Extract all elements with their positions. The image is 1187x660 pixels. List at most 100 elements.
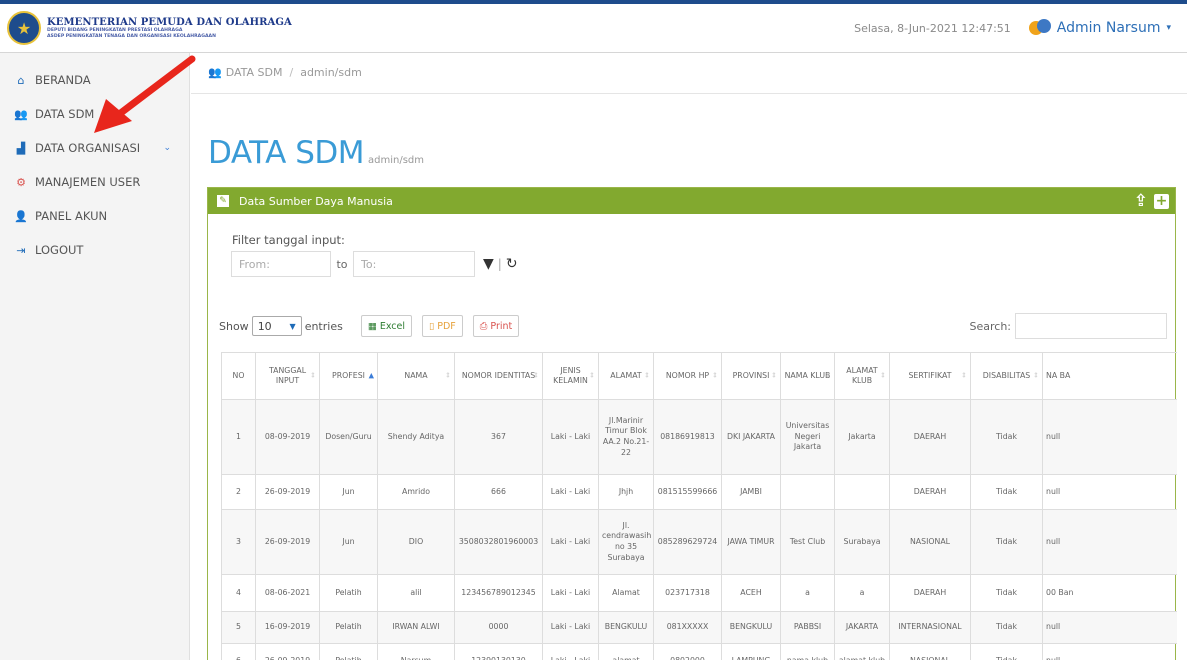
table-row[interactable]: 5 16-09-2019 Pelatih IRWAN ALWI 0000 Laki - L… [221, 611, 1177, 644]
excel-label: Excel [379, 320, 405, 332]
table-cell: Jun [319, 474, 378, 510]
col-disabilitas[interactable]: DISABILITAS ⇕ [970, 352, 1043, 400]
sidebar-item-label: LOGOUT [35, 243, 84, 257]
edit-icon: ✎ [217, 195, 229, 207]
col-nama-klub[interactable]: NAMA KLUB ⇕ [780, 352, 835, 400]
table-cell: alamat [598, 643, 654, 660]
table-cell: 081XXXXX [653, 611, 722, 644]
date-from-input[interactable] [231, 251, 331, 277]
sort-icon: ⇕ [310, 371, 316, 380]
table-row[interactable]: 626-09-2019PelatihNarsum12390130130Laki … [221, 643, 1177, 660]
excel-button[interactable]: ▦ Excel [360, 315, 412, 337]
table-row[interactable]: 1 08-09-2019 Dosen/Guru Shendy Aditya 367 Lak… [221, 399, 1177, 475]
breadcrumb-item-data-sdm[interactable]: DATA SDM [226, 66, 283, 79]
col-nama[interactable]: NAMA ⇕ [377, 352, 455, 400]
col-nomor-hp[interactable]: NOMOR HP ⇕ [653, 352, 722, 400]
table-cell: Laki - Laki [542, 474, 599, 510]
user-menu[interactable]: Admin Narsum [1057, 20, 1161, 36]
users-icon: 👥 [208, 66, 222, 79]
entries-label: entries [304, 319, 343, 333]
sort-icon: ⇕ [825, 371, 831, 380]
col-provinsi[interactable]: PROVINSI ⇕ [721, 352, 781, 400]
table-row[interactable]: 4 08-06-2021 Pelatih alil 123456789012345 Lak… [221, 574, 1177, 612]
divider: | [497, 257, 502, 271]
col-alamat[interactable]: ALAMAT ⇕ [598, 352, 654, 400]
table-cell: Jl.Marinir Timur Blok AA.2 No.21-22 [598, 399, 654, 475]
sidebar-item-manajemen-user[interactable]: ⚙ MANAJEMEN USER [0, 165, 189, 199]
add-icon[interactable]: + [1154, 193, 1169, 209]
sidebar-item-label: DATA SDM [35, 107, 95, 121]
table-cell: Narsum [377, 643, 455, 660]
table-cell: Test Club [780, 509, 835, 575]
table-body: 1 08-09-2019 Dosen/Guru Shendy Aditya 367 Lak… [221, 399, 1177, 660]
table-cell: 0802000 [653, 643, 722, 660]
top-header: ★ KEMENTERIAN PEMUDA DAN OLAHRAGA DEPUTI… [0, 0, 1187, 53]
sidebar-item-data-organisasi[interactable]: ▟ DATA ORGANISASI ⌄ [0, 131, 189, 165]
table-cell: DKI JAKARTA [721, 399, 781, 475]
col-na-ba[interactable]: NA BA [1042, 352, 1177, 400]
sort-icon: ⇕ [961, 371, 967, 380]
table-cell: 16-09-2019 [255, 611, 320, 644]
col-no[interactable]: NO [221, 352, 256, 400]
date-to-input[interactable] [353, 251, 475, 277]
print-label: Print [490, 320, 513, 332]
logo-subtitle-2: ASDEP PENINGKATAN TENAGA DAN ORGANISASI … [47, 33, 216, 39]
sidebar-item-panel-akun[interactable]: 👤 PANEL AKUN [0, 199, 189, 233]
table-cell: NASIONAL [889, 643, 971, 660]
table-cell: Laki - Laki [542, 574, 599, 612]
sidebar: ⌂ BERANDA 👥 DATA SDM ▟ DATA ORGANISASI ⌄… [0, 53, 190, 660]
pdf-button[interactable]: ▯ PDF [422, 315, 463, 337]
users-icon: 👥 [14, 107, 28, 121]
sort-asc-icon: ▲ [368, 371, 374, 380]
table-cell: 26-09-2019 [255, 474, 320, 510]
print-button[interactable]: ⎙ Print [472, 315, 520, 337]
col-nomor-identitas[interactable]: NOMOR IDENTITAS ⇕ [454, 352, 543, 400]
entries-select[interactable]: 10 ▼ [251, 316, 302, 336]
table-row[interactable]: 2 26-09-2019 Jun Amrido 666 Laki - Laki Jhjh 08… [221, 474, 1177, 510]
col-profesi[interactable]: PROFESI ▲ [319, 352, 378, 400]
table-cell: 08-06-2021 [255, 574, 320, 612]
sort-icon: ⇕ [533, 371, 539, 380]
table-cell: 08186919813 [653, 399, 722, 475]
table-wrapper[interactable]: NO TANGGAL INPUT ⇕ PROFESI ▲ NAMA ⇕ NOMOR I… [221, 352, 1177, 660]
col-jenis-kelamin[interactable]: JENIS KELAMIN ⇕ [542, 352, 599, 400]
table-cell: a [780, 574, 835, 612]
user-avatar-icon[interactable] [1028, 19, 1051, 37]
chevron-down-icon[interactable]: ▾ [1166, 23, 1171, 33]
table-cell: null [1042, 611, 1177, 644]
table-cell: 4 [221, 574, 256, 612]
table-header-row: NO TANGGAL INPUT ⇕ PROFESI ▲ NAMA ⇕ NOMOR I… [221, 352, 1177, 400]
breadcrumb: 👥 DATA SDM / admin/sdm [208, 66, 362, 79]
cogs-icon: ⚙ [16, 175, 26, 189]
table-cell: 12390130130 [454, 643, 543, 660]
panel-header: ✎ Data Sumber Daya Manusia ⇪ + [208, 188, 1175, 214]
filter-icon[interactable]: ▼ [483, 256, 494, 272]
search-input[interactable] [1015, 313, 1167, 339]
logo-title: KEMENTERIAN PEMUDA DAN OLAHRAGA [47, 16, 292, 28]
sidebar-item-label: BERANDA [35, 73, 91, 87]
upload-icon[interactable]: ⇪ [1134, 191, 1148, 211]
col-sertifikat[interactable]: SERTIFIKAT ⇕ [889, 352, 971, 400]
col-alamat-klub[interactable]: ALAMAT KLUB ⇕ [834, 352, 890, 400]
page-subtitle: admin/sdm [368, 155, 425, 166]
to-label: to [336, 257, 348, 271]
refresh-icon[interactable]: ↻ [506, 256, 518, 272]
table-cell: 666 [454, 474, 543, 510]
table-cell: Laki - Laki [542, 611, 599, 644]
table-row[interactable]: 3 26-09-2019 Jun DIO 3508032801960003 Laki - … [221, 509, 1177, 575]
sidebar-item-logout[interactable]: ⇥ LOGOUT [0, 233, 189, 267]
table-cell: Pelatih [319, 643, 378, 660]
sort-icon: ⇕ [445, 371, 451, 380]
table-cell: BENGKULU [598, 611, 654, 644]
table-cell: 3 [221, 509, 256, 575]
table-cell: Pelatih [319, 574, 378, 612]
col-tanggal-input[interactable]: TANGGAL INPUT ⇕ [255, 352, 320, 400]
table-cell: DAERAH [889, 399, 971, 475]
table-cell: 3508032801960003 [454, 509, 543, 575]
table-tools: Show 10 ▼ entries ▦ Excel ▯ PDF ⎙ Print S… [219, 313, 1167, 339]
ministry-logo[interactable]: ★ KEMENTERIAN PEMUDA DAN OLAHRAGA DEPUTI… [7, 11, 292, 45]
chevron-down-icon[interactable]: ⌄ [163, 143, 171, 153]
table-cell: IRWAN ALWI [377, 611, 455, 644]
page-title: DATA SDM admin/sdm [208, 135, 424, 171]
user-icon: 👤 [14, 209, 28, 223]
